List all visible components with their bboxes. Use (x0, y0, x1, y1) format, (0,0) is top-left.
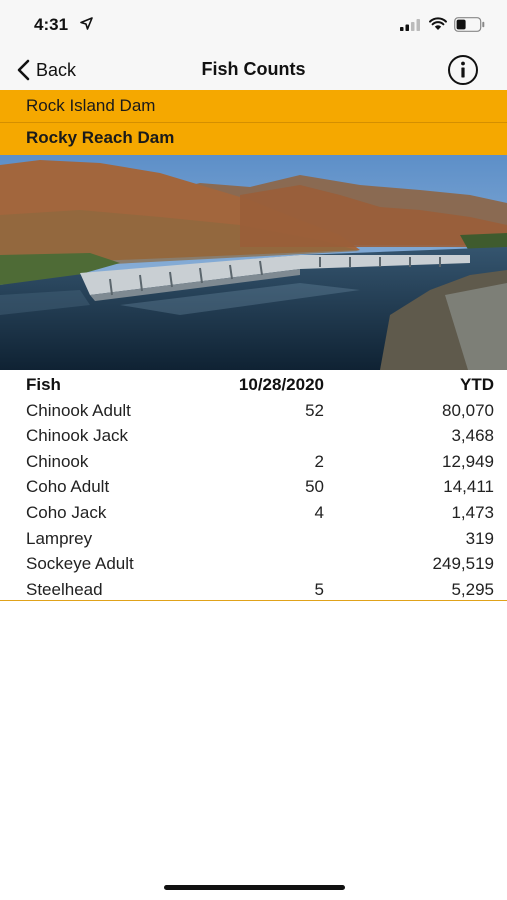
ytd-count: 3,468 (451, 426, 494, 446)
ytd-count: 14,411 (443, 477, 494, 497)
location-arrow-icon (80, 17, 93, 30)
status-bar: 4:31 (0, 0, 507, 50)
table-divider (0, 600, 507, 601)
wifi-icon (429, 17, 447, 30)
battery-icon (454, 17, 485, 32)
ytd-count: 5,295 (451, 579, 494, 599)
ytd-count: 319 (465, 528, 494, 548)
fish-name: Sockeye Adult (26, 554, 134, 574)
fish-name: Lamprey (26, 528, 93, 548)
daily-count: 50 (305, 477, 324, 497)
daily-count: 2 (314, 451, 324, 471)
fish-name: Steelhead (26, 579, 103, 599)
ytd-count: 249,519 (432, 554, 494, 574)
fish-name: Coho Adult (26, 477, 110, 497)
dam-item-rock-island[interactable]: Rock Island Dam (0, 91, 507, 123)
fish-count-table: Fish 10/28/2020 YTD Chinook Adult 52 80,… (0, 372, 507, 602)
table-header-row: Fish 10/28/2020 YTD (0, 372, 507, 398)
ytd-count: 12,949 (442, 451, 494, 471)
table-row: Chinook Jack 3,468 (0, 423, 507, 449)
ytd-count: 1,473 (451, 502, 494, 522)
page-title: Fish Counts (201, 59, 306, 79)
fish-name: Chinook Jack (26, 426, 129, 446)
table-row: Chinook 2 12,949 (0, 449, 507, 475)
daily-count: 5 (314, 579, 324, 599)
dam-item-rocky-reach[interactable]: Rocky Reach Dam (0, 123, 507, 154)
fish-name: Chinook Adult (26, 400, 131, 420)
fish-name: Chinook (26, 451, 89, 471)
table-row: Chinook Adult 52 80,070 (0, 398, 507, 424)
status-time: 4:31 (34, 15, 69, 34)
cellular-signal-icon (400, 19, 420, 31)
column-header-fish: Fish (26, 375, 61, 394)
ytd-count: 80,070 (442, 400, 494, 420)
daily-count: 52 (305, 400, 324, 420)
table-row: Lamprey 319 (0, 526, 507, 552)
table-row: Sockeye Adult 249,519 (0, 551, 507, 577)
table-row: Steelhead 5 5,295 (0, 577, 507, 603)
column-header-date: 10/28/2020 (238, 375, 324, 394)
column-header-ytd: YTD (460, 375, 494, 394)
table-row: Coho Adult 50 14,411 (0, 474, 507, 500)
home-indicator[interactable] (164, 885, 345, 890)
daily-count: 4 (314, 502, 324, 522)
fish-name: Coho Jack (26, 502, 107, 522)
dam-list: Rock Island Dam Rocky Reach Dam (0, 90, 507, 155)
dam-item-label: Rock Island Dam (26, 96, 156, 115)
navigation-bar: Back Fish Counts (0, 50, 507, 90)
info-icon[interactable] (447, 54, 479, 86)
dam-item-label: Rocky Reach Dam (26, 128, 175, 147)
dam-photo (0, 155, 507, 370)
table-row: Coho Jack 4 1,473 (0, 500, 507, 526)
